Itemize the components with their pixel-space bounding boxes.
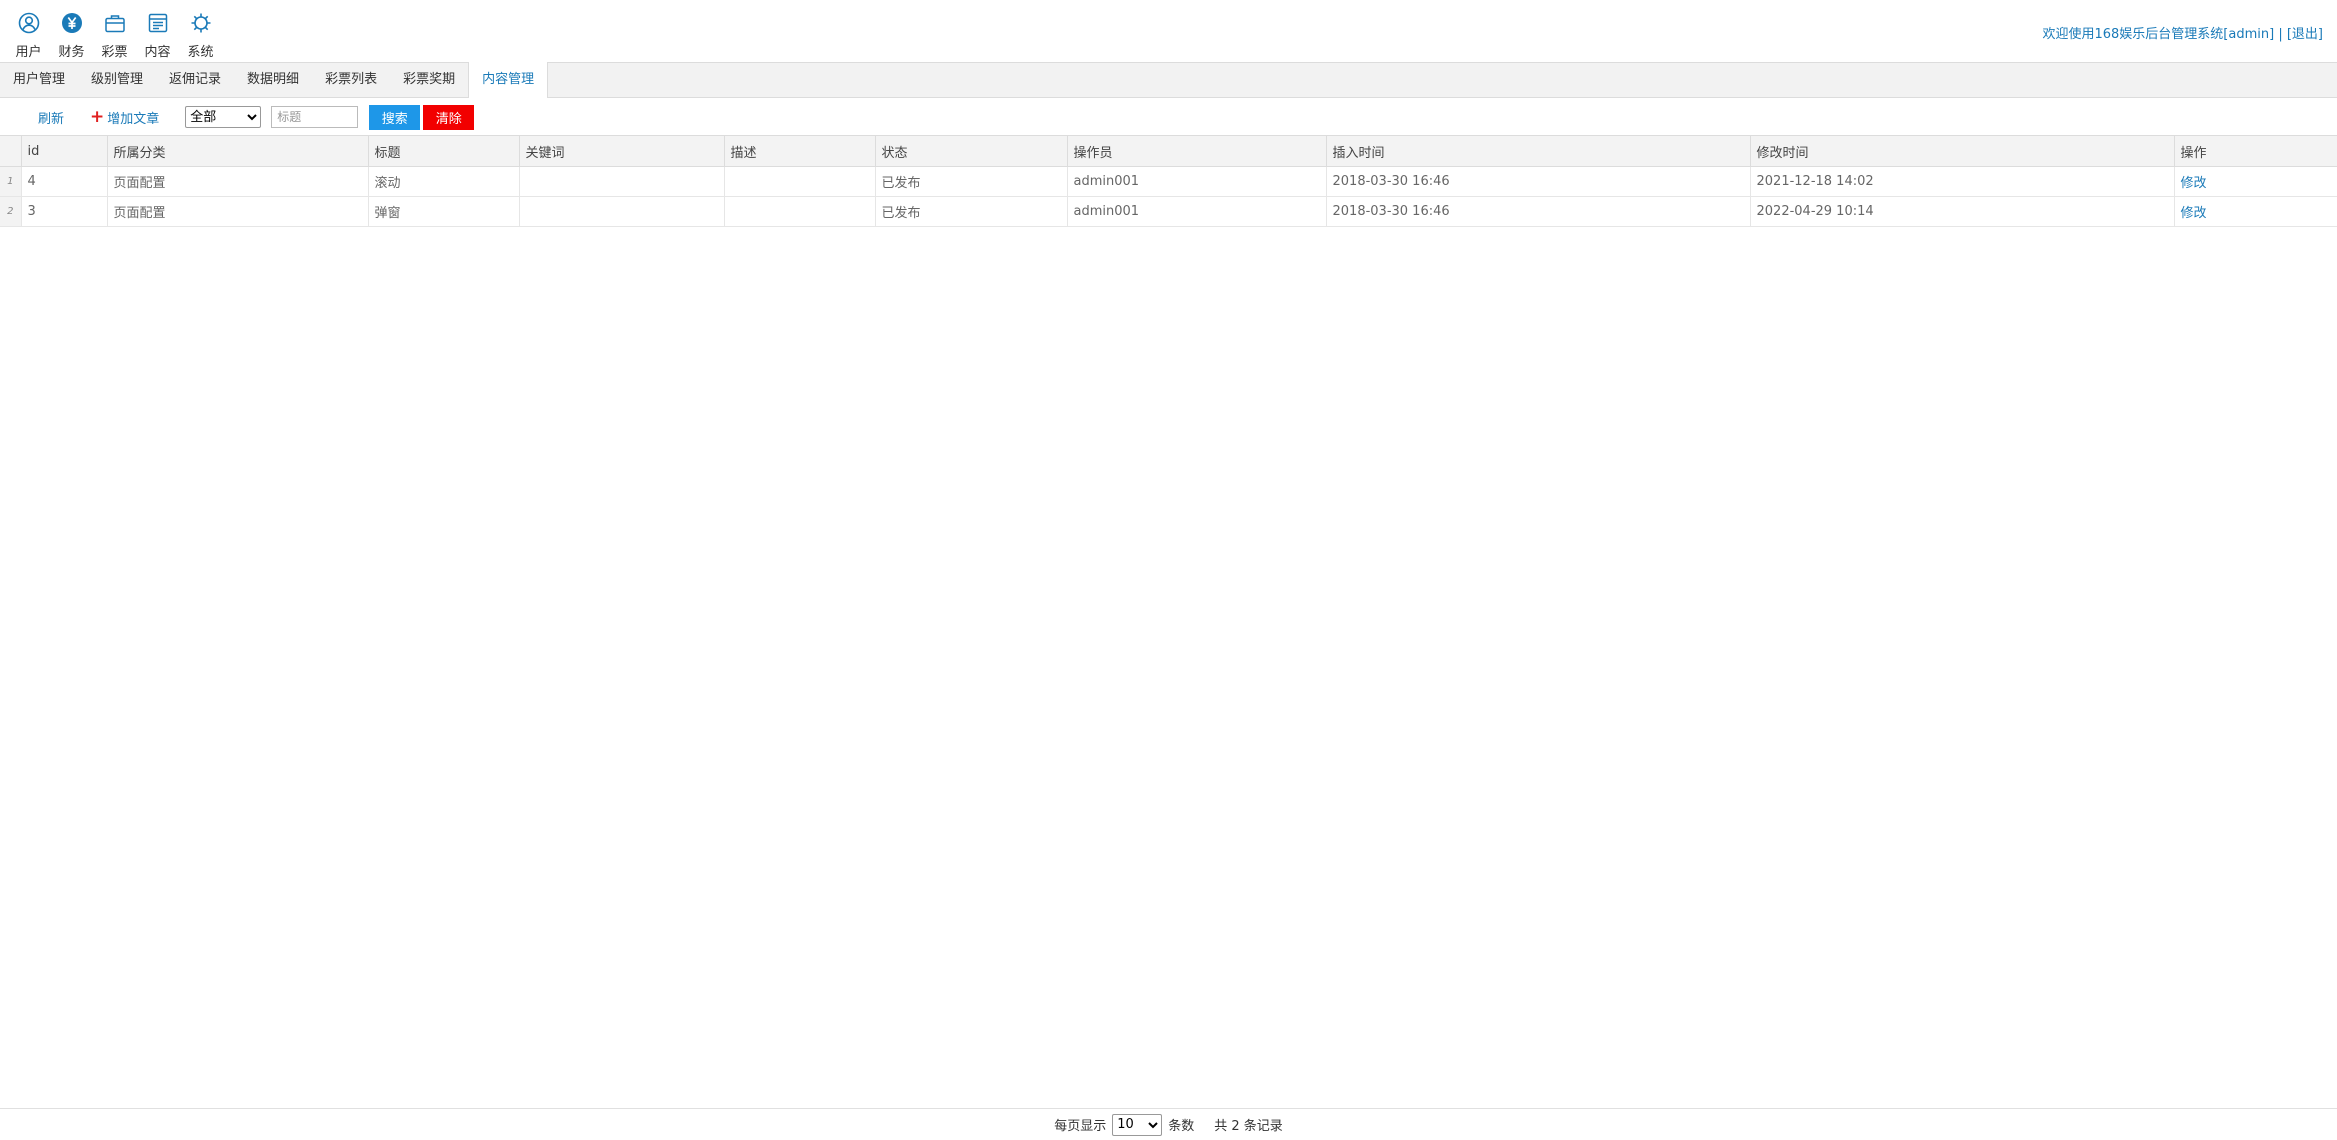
topnav-item-system[interactable]: 系统 xyxy=(179,0,222,62)
header-keywords[interactable]: 关键词 xyxy=(519,135,725,167)
per-page-unit: 条数 xyxy=(1168,1119,1195,1134)
cell-keywords xyxy=(519,196,725,227)
header-modified-time[interactable]: 修改时间 xyxy=(1750,135,2175,167)
content-icon xyxy=(145,10,171,36)
header-inserted-time[interactable]: 插入时间 xyxy=(1326,135,1751,167)
cell-keywords xyxy=(519,166,725,197)
header-operator[interactable]: 操作员 xyxy=(1067,135,1327,167)
row-number: 1 xyxy=(0,166,22,197)
tab-lottery-periods[interactable]: 彩票奖期 xyxy=(390,63,468,97)
header-title[interactable]: 标题 xyxy=(368,135,520,167)
add-article-button[interactable]: + 增加文章 xyxy=(90,108,159,127)
toolbar: 刷新 + 增加文章 全部 搜索 清除 xyxy=(0,100,2337,134)
tab-content-management[interactable]: 内容管理 xyxy=(468,62,549,98)
tab-bar: 用户管理 级别管理 返佣记录 数据明细 彩票列表 彩票奖期 内容管理 xyxy=(0,62,2337,98)
logout-link[interactable]: [退出] xyxy=(2287,27,2323,42)
tab-data-details[interactable]: 数据明细 xyxy=(234,63,312,97)
table-row[interactable]: 2 3 页面配置 弹窗 已发布 admin001 2018-03-30 16:4… xyxy=(0,196,2337,227)
header-description[interactable]: 描述 xyxy=(724,135,876,167)
total-records: 共 2 条记录 xyxy=(1214,1119,1283,1134)
title-search-input[interactable] xyxy=(271,106,359,128)
topnav-label: 彩票 xyxy=(101,45,128,60)
welcome-area: 欢迎使用168娱乐后台管理系统[admin] | [退出] xyxy=(2042,23,2323,42)
table-header-row: id 所属分类 标题 关键词 描述 状态 操作员 插入时间 修改时间 操作 xyxy=(0,135,2337,167)
topnav-item-lottery[interactable]: 彩票 xyxy=(93,0,136,62)
cell-description xyxy=(724,166,876,197)
briefcase-icon xyxy=(102,10,128,36)
per-page-select[interactable]: 10 xyxy=(1112,1113,1163,1136)
edit-link[interactable]: 修改 xyxy=(2181,206,2207,221)
tab-user-management[interactable]: 用户管理 xyxy=(0,63,78,97)
welcome-text: 欢迎使用168娱乐后台管理系统[admin] xyxy=(2042,27,2275,42)
tab-level-management[interactable]: 级别管理 xyxy=(78,63,156,97)
cell-modified-time: 2021-12-18 14:02 xyxy=(1750,166,2175,197)
header-id[interactable]: id xyxy=(21,135,108,167)
cell-operator: admin001 xyxy=(1067,196,1327,227)
topnav-label: 用户 xyxy=(15,45,42,60)
user-icon xyxy=(16,10,42,36)
plus-icon: + xyxy=(90,106,105,127)
cell-category: 页面配置 xyxy=(107,166,369,197)
header-action: 操作 xyxy=(2174,135,2337,167)
topnav-label: 财务 xyxy=(58,45,85,60)
cell-inserted-time: 2018-03-30 16:46 xyxy=(1326,196,1751,227)
cell-id: 3 xyxy=(21,196,108,227)
topnav-label: 内容 xyxy=(144,45,171,60)
cell-modified-time: 2022-04-29 10:14 xyxy=(1750,196,2175,227)
row-number: 2 xyxy=(0,196,22,227)
tab-rebate-records[interactable]: 返佣记录 xyxy=(156,63,234,97)
header-category[interactable]: 所属分类 xyxy=(107,135,369,167)
cell-id: 4 xyxy=(21,166,108,197)
welcome-separator: | xyxy=(2274,27,2287,42)
cell-title: 滚动 xyxy=(368,166,520,197)
edit-link[interactable]: 修改 xyxy=(2181,176,2207,191)
refresh-button[interactable]: 刷新 xyxy=(38,108,64,127)
pager: 每页显示 10 条数 共 2 条记录 xyxy=(0,1108,2337,1140)
topnav-item-user[interactable]: 用户 xyxy=(7,0,50,62)
tab-lottery-list[interactable]: 彩票列表 xyxy=(312,63,390,97)
cell-action: 修改 xyxy=(2174,196,2337,227)
gear-icon xyxy=(188,10,214,36)
topnav-item-finance[interactable]: 财务 xyxy=(50,0,93,62)
category-select[interactable]: 全部 xyxy=(185,106,262,128)
cell-action: 修改 xyxy=(2174,166,2337,197)
add-article-label: 增加文章 xyxy=(107,111,160,127)
header-rownum xyxy=(0,135,22,167)
topnav-item-content[interactable]: 内容 xyxy=(136,0,179,62)
per-page-label: 每页显示 xyxy=(1054,1119,1107,1134)
clear-button[interactable]: 清除 xyxy=(423,104,475,130)
cell-description xyxy=(724,196,876,227)
cell-category: 页面配置 xyxy=(107,196,369,227)
topnav-label: 系统 xyxy=(187,45,214,60)
yen-icon xyxy=(59,10,85,36)
table-row[interactable]: 1 4 页面配置 滚动 已发布 admin001 2018-03-30 16:4… xyxy=(0,166,2337,197)
header-status[interactable]: 状态 xyxy=(875,135,1068,167)
cell-title: 弹窗 xyxy=(368,196,520,227)
articles-table: id 所属分类 标题 关键词 描述 状态 操作员 插入时间 修改时间 操作 1 … xyxy=(0,135,2337,227)
cell-inserted-time: 2018-03-30 16:46 xyxy=(1326,166,1751,197)
cell-status: 已发布 xyxy=(875,166,1068,197)
top-nav: 用户 财务 彩票 内容 系统 xyxy=(0,0,222,62)
search-button[interactable]: 搜索 xyxy=(369,104,421,130)
cell-status: 已发布 xyxy=(875,196,1068,227)
cell-operator: admin001 xyxy=(1067,166,1327,197)
